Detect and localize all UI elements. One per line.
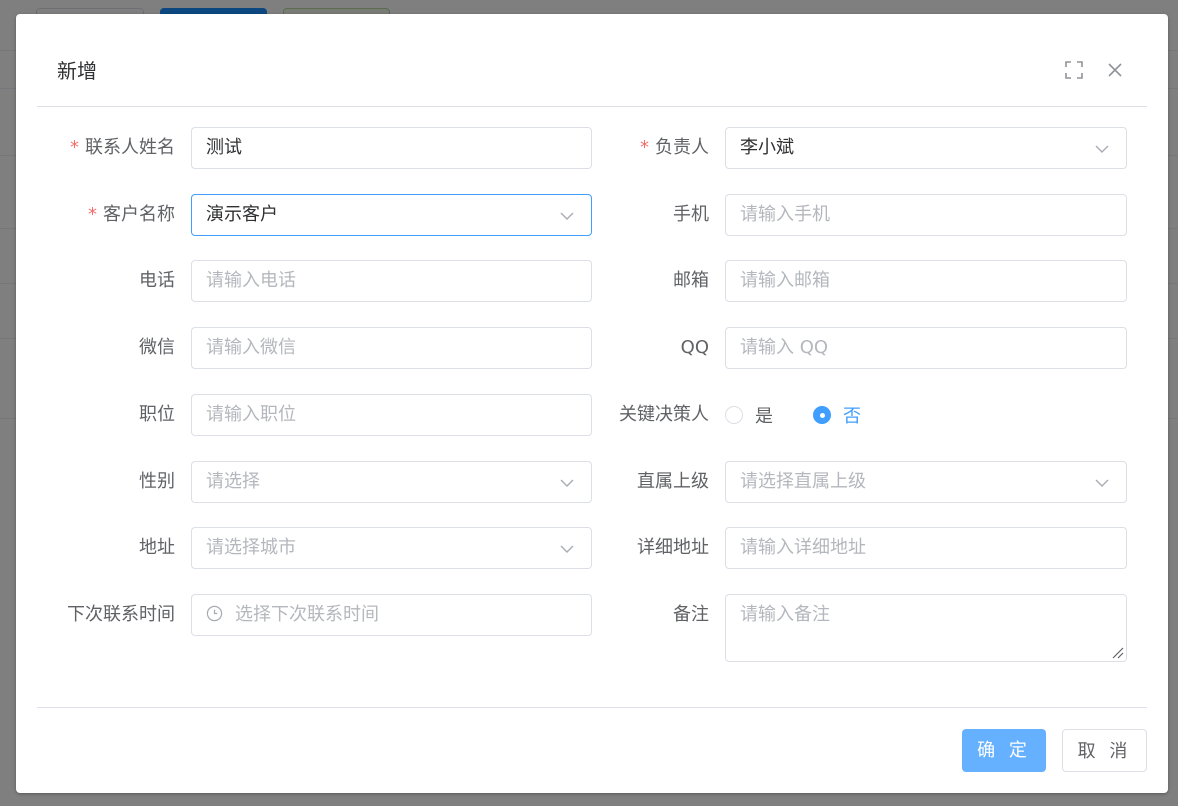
- owner-label: * 负责人: [640, 137, 709, 158]
- chevron-down-icon: [560, 545, 574, 553]
- qq-input[interactable]: 请输入 QQ: [725, 327, 1127, 369]
- wechat-input[interactable]: 请输入微信: [191, 327, 592, 369]
- contact-name-input[interactable]: 测试: [191, 127, 592, 169]
- chevron-down-icon: [560, 212, 574, 220]
- gender-select[interactable]: 请选择: [191, 461, 592, 503]
- address-city-select[interactable]: 请选择城市: [191, 527, 592, 569]
- key-decision-maker-label: 关键决策人: [619, 404, 709, 425]
- footer-divider: [37, 707, 1147, 708]
- required-mark: *: [640, 137, 649, 158]
- confirm-button[interactable]: 确 定: [962, 729, 1046, 772]
- chevron-down-icon: [1095, 479, 1109, 487]
- customer-name-select[interactable]: 演示客户: [191, 194, 592, 236]
- remark-label: 备注: [673, 604, 709, 625]
- cancel-button[interactable]: 取 消: [1062, 729, 1147, 772]
- mobile-label: 手机: [673, 204, 709, 225]
- superior-label: 直属上级: [637, 471, 709, 492]
- superior-select[interactable]: 请选择直属上级: [725, 461, 1127, 503]
- address-label: 地址: [139, 537, 175, 558]
- next-contact-time-picker[interactable]: 选择下次联系时间: [191, 594, 592, 636]
- position-label: 职位: [139, 404, 175, 425]
- radio-yes-label: 是: [755, 406, 773, 427]
- radio-no-circle[interactable]: [813, 406, 831, 424]
- required-mark: *: [88, 204, 97, 225]
- next-contact-time-label: 下次联系时间: [67, 604, 175, 625]
- phone-label: 电话: [139, 270, 175, 291]
- clock-icon: [206, 605, 223, 622]
- radio-yes-circle[interactable]: [725, 406, 743, 424]
- position-input[interactable]: 请输入职位: [191, 394, 592, 436]
- customer-name-label: * 客户名称: [88, 204, 175, 225]
- dialog-header: 新增: [16, 14, 1168, 106]
- header-divider: [37, 106, 1147, 107]
- detail-address-input[interactable]: 请输入详细地址: [725, 527, 1127, 569]
- contact-name-label: * 联系人姓名: [70, 137, 175, 158]
- gender-label: 性别: [139, 471, 175, 492]
- wechat-label: 微信: [139, 337, 175, 358]
- radio-yes[interactable]: 是: [725, 394, 773, 436]
- qq-label: QQ: [680, 337, 709, 358]
- chevron-down-icon: [1095, 145, 1109, 153]
- mobile-input[interactable]: 请输入手机: [725, 194, 1127, 236]
- email-input[interactable]: 请输入邮箱: [725, 260, 1127, 302]
- dialog-title: 新增: [57, 59, 97, 83]
- required-mark: *: [70, 137, 79, 158]
- add-contact-dialog: 新增 * 联系人姓名 测试 * 负责人 李小斌 * 客户名称 演示客户 手机 请输入手…: [16, 14, 1168, 793]
- phone-input[interactable]: 请输入电话: [191, 260, 592, 302]
- email-label: 邮箱: [673, 270, 709, 291]
- radio-no-label: 否: [843, 406, 861, 427]
- resize-handle-icon: [1112, 647, 1124, 659]
- detail-address-label: 详细地址: [637, 537, 709, 558]
- fullscreen-icon[interactable]: [1062, 58, 1086, 82]
- radio-no[interactable]: 否: [813, 394, 861, 436]
- chevron-down-icon: [560, 479, 574, 487]
- remark-textarea[interactable]: 请输入备注: [725, 594, 1127, 662]
- owner-select[interactable]: 李小斌: [725, 127, 1127, 169]
- close-icon[interactable]: [1103, 58, 1127, 82]
